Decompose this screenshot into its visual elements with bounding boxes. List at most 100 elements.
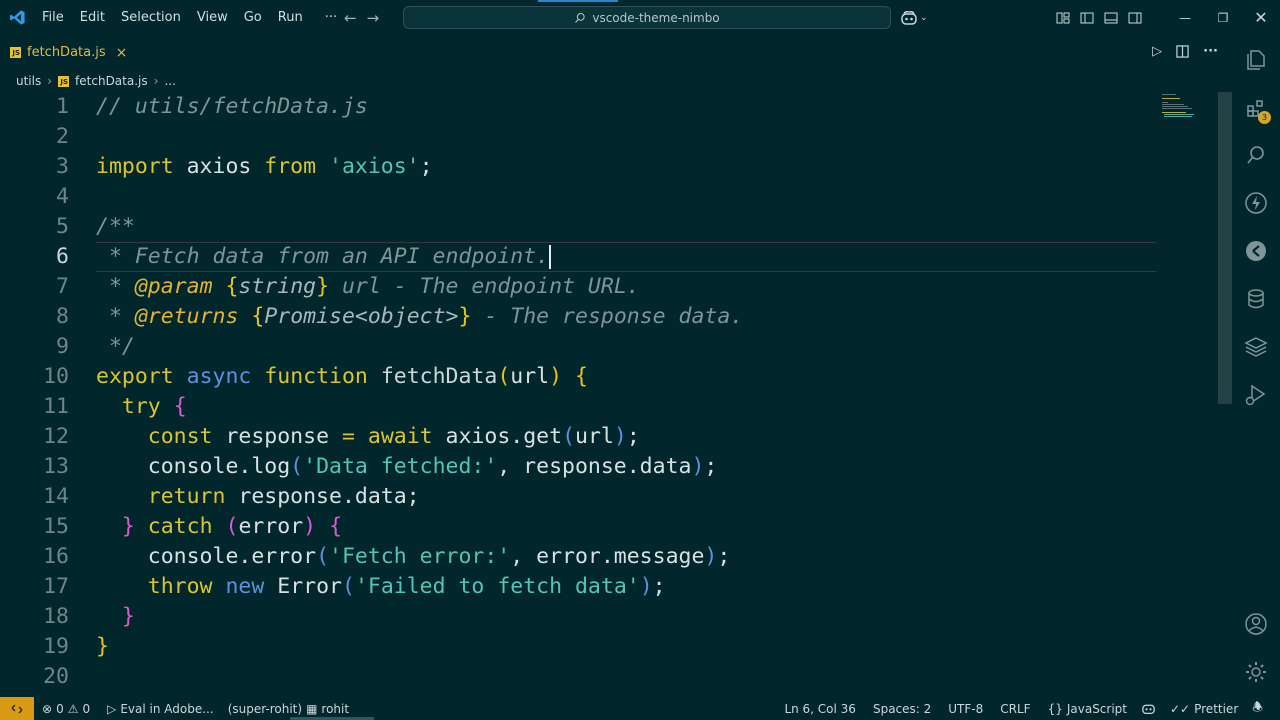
line-number: 10 <box>43 364 69 389</box>
extensions-button[interactable]: 3 <box>1232 89 1280 129</box>
breadcrumb-more[interactable]: ... <box>164 74 175 88</box>
language-mode[interactable]: {} JavaScript <box>1038 702 1134 716</box>
code-token: ) <box>613 424 627 449</box>
toggle-primary-sidebar-icon[interactable] <box>1080 11 1094 25</box>
minimize-icon[interactable]: — <box>1166 11 1204 25</box>
code-line[interactable]: 9 */ <box>0 332 1218 362</box>
code-line[interactable]: 10 export async function fetchData(url) { <box>0 362 1218 392</box>
code-token: * <box>96 274 135 299</box>
code-line[interactable]: 4 <box>0 182 1218 212</box>
code-token: 'Data fetched:' <box>303 454 498 479</box>
forward-arrow-icon[interactable]: → <box>367 9 380 27</box>
restore-icon[interactable]: ❐ <box>1204 11 1242 25</box>
tab-fetchdata[interactable]: JS fetchData.js × <box>0 35 137 70</box>
code-line[interactable]: 16 console.error('Fetch error:', error.m… <box>0 542 1218 572</box>
code-line[interactable]: 14 return response.data; <box>0 482 1218 512</box>
thunder-client-button[interactable] <box>1232 183 1280 223</box>
toggle-secondary-sidebar-icon[interactable] <box>1128 11 1142 25</box>
code-line[interactable]: 11 try { <box>0 392 1218 422</box>
encoding[interactable]: UTF-8 <box>938 702 990 716</box>
menu-view[interactable]: View <box>189 0 236 35</box>
code-token: response <box>212 424 342 449</box>
code-line[interactable]: 18 } <box>0 602 1218 632</box>
cursor-position[interactable]: Ln 6, Col 36 <box>777 702 863 716</box>
breadcrumb-folder[interactable]: utils <box>16 74 41 88</box>
manage-button[interactable] <box>1232 652 1280 692</box>
line-number: 11 <box>43 394 69 419</box>
code-editor[interactable]: 1 // utils/fetchData.js 2 3 import axios fro… <box>0 92 1218 692</box>
code-token: */ <box>96 334 135 359</box>
code-token: try <box>121 394 161 419</box>
code-token: response.data; <box>225 484 420 509</box>
line-number: 1 <box>56 94 69 119</box>
warning-icon: ⚠ <box>67 701 79 716</box>
code-line[interactable]: 19} <box>0 632 1218 662</box>
end-of-line[interactable]: CRLF <box>990 702 1037 716</box>
chevron-down-icon: ⌄ <box>920 13 928 23</box>
user-item[interactable]: (super-rohit) ▦ rohit <box>221 702 356 716</box>
code-line[interactable]: 8 * @returns {Promise<object>} - The res… <box>0 302 1218 332</box>
code-token: fetchData <box>367 364 498 389</box>
search-view-button[interactable] <box>1232 135 1280 175</box>
copilot-status[interactable] <box>1134 702 1163 715</box>
accounts-button[interactable] <box>1232 604 1280 644</box>
problems-indicator[interactable]: ⊗ 0 ⚠ 0 <box>34 702 97 716</box>
explorer-button[interactable] <box>1232 40 1280 80</box>
code-line[interactable]: 2 <box>0 122 1218 152</box>
code-token: { <box>329 514 343 539</box>
code-token: const <box>147 424 213 449</box>
code-line[interactable]: 15 } catch (error) { <box>0 512 1218 542</box>
split-editor-icon[interactable] <box>1176 45 1189 58</box>
menu-file[interactable]: File <box>34 0 72 35</box>
remote-explorer-button[interactable] <box>1232 231 1280 271</box>
menu-edit[interactable]: Edit <box>72 0 113 35</box>
run-icon[interactable]: ▷ <box>1152 44 1162 59</box>
command-center-search[interactable]: vscode-theme-nimbo <box>403 6 891 29</box>
toggle-panel-icon[interactable] <box>1104 11 1118 25</box>
remote-indicator[interactable] <box>0 697 34 720</box>
code-token: 'Failed to fetch data' <box>354 574 640 599</box>
code-token: ; <box>419 154 433 179</box>
code-line[interactable]: 20 <box>0 662 1218 692</box>
menu-selection[interactable]: Selection <box>113 0 189 35</box>
menu-run[interactable]: Run <box>270 0 311 35</box>
vertical-scrollbar[interactable] <box>1218 92 1232 404</box>
menu-more[interactable]: ··· <box>311 0 345 35</box>
code-line[interactable]: 12 const response = await axios.get(url)… <box>0 422 1218 452</box>
code-text: * Fetch data from an API endpoint. <box>96 242 552 272</box>
code-token: /** <box>96 214 135 239</box>
minimap[interactable] <box>1160 92 1200 122</box>
code-line[interactable]: 17 throw new Error('Failed to fetch data… <box>0 572 1218 602</box>
close-window-icon[interactable]: ✕ <box>1242 8 1280 27</box>
code-line[interactable]: 13 console.log('Data fetched:', response… <box>0 452 1218 482</box>
code-line[interactable]: 7 * @param {string} url - The endpoint U… <box>0 272 1218 302</box>
more-actions-icon[interactable]: ··· <box>1203 44 1218 59</box>
customize-layout-icon[interactable] <box>1056 11 1070 25</box>
line-number: 13 <box>43 454 69 479</box>
line-number: 6 <box>56 244 69 269</box>
database-button[interactable] <box>1232 279 1280 319</box>
back-arrow-icon[interactable]: ← <box>344 9 357 27</box>
code-line[interactable]: 5 /** <box>0 212 1218 242</box>
eval-run-item[interactable]: ▷ Eval in Adobe... <box>97 702 221 716</box>
prettier-status[interactable]: ✓✓ Prettier <box>1163 702 1245 716</box>
code-line[interactable]: 3 import axios from 'axios'; <box>0 152 1218 182</box>
files-icon <box>1247 50 1265 70</box>
code-line[interactable]: 1 // utils/fetchData.js <box>0 92 1218 122</box>
line-number: 15 <box>43 514 69 539</box>
breadcrumb-file[interactable]: fetchData.js <box>75 74 148 88</box>
notifications-button[interactable]: 🕭 <box>1245 698 1270 719</box>
layers-button[interactable] <box>1232 327 1280 367</box>
close-tab-icon[interactable]: × <box>116 45 128 61</box>
run-debug-button[interactable] <box>1232 375 1280 415</box>
indentation[interactable]: Spaces: 2 <box>863 702 938 716</box>
line-number: 8 <box>56 304 69 329</box>
copilot-menu[interactable]: ⌄ <box>900 8 934 28</box>
code-token: await <box>367 424 433 449</box>
menu-go[interactable]: Go <box>236 0 270 35</box>
search-text: vscode-theme-nimbo <box>592 10 720 25</box>
code-line[interactable]: 6 * Fetch data from an API endpoint. <box>0 242 1218 272</box>
line-number: 16 <box>43 544 69 569</box>
